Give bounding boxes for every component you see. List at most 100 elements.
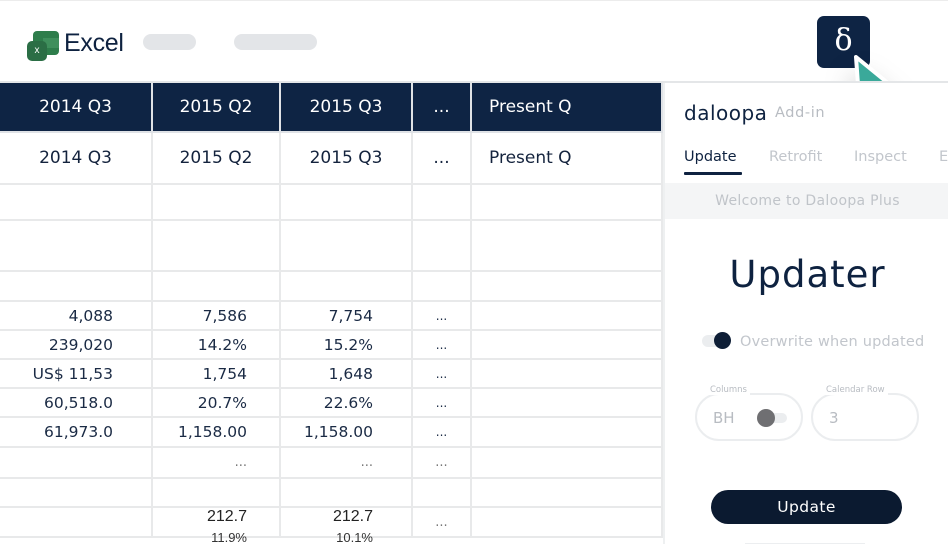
table-cell[interactable] [0,221,153,270]
daloopa-logo: daloopa [684,101,768,125]
table-cell[interactable]: ... [413,133,472,183]
overwrite-toggle-label: Overwrite when updated [740,334,925,350]
table-cell[interactable] [472,331,663,358]
table-row [0,479,663,508]
ribbon-placeholder-tab[interactable] [234,34,317,50]
table-cell[interactable]: 7,754 [281,302,413,329]
table-cell[interactable]: 61,973.0 [0,418,153,446]
table-cell[interactable]: 2015 Q3 [281,133,413,183]
table-row [0,272,663,302]
active-tab-indicator [684,172,742,175]
welcome-banner: Welcome to Daloopa Plus [665,183,948,219]
table-cell[interactable] [413,272,472,300]
table-cell[interactable] [472,185,663,219]
table-cell[interactable] [472,360,663,387]
table-row: US$ 11,53 1,754 1,648 ... [0,360,663,389]
header-cell[interactable]: 2015 Q3 [281,83,413,131]
table-cell[interactable]: 4,088 [0,302,153,329]
table-cell[interactable] [153,272,281,300]
table-cell[interactable] [0,448,153,477]
table-row: 212.7 11.9% 212.7 10.1% ... [0,508,663,544]
table-cell[interactable] [413,479,472,506]
toggle-knob [714,332,731,349]
table-cell[interactable]: ... [413,302,472,329]
cell-value: 212.7 [206,508,247,525]
table-cell[interactable]: ... [413,331,472,358]
table-cell[interactable]: ... [413,418,472,446]
columns-field-label: Columns [707,385,750,395]
table-cell[interactable] [472,448,663,477]
table-cell[interactable]: ... [413,448,472,477]
table-cell[interactable]: 212.7 11.9% [153,508,281,544]
table-cell[interactable] [472,272,663,300]
table-row: 239,020 14.2% 15.2% ... [0,331,663,360]
table-cell[interactable] [281,272,413,300]
calendar-row-field[interactable]: Calendar Row 3 [811,385,919,441]
table-cell[interactable]: 212.7 10.1% [281,508,413,544]
table-cell[interactable]: ... [413,360,472,387]
table-cell[interactable]: ... [153,448,281,477]
table-cell[interactable] [153,479,281,506]
tab-retrofit[interactable]: Retrofit [769,149,822,165]
table-cell[interactable]: 22.6% [281,389,413,416]
table-cell[interactable]: 239,020 [0,331,153,358]
table-cell[interactable] [472,508,663,536]
header-cell[interactable]: Present Q [472,83,663,131]
table-row [0,185,663,221]
tab-inspect[interactable]: Inspect [854,149,907,165]
page-title: Updater [729,253,886,296]
table-row: 4,088 7,586 7,754 ... [0,302,663,331]
table-cell[interactable]: 2015 Q2 [153,133,281,183]
table-cell[interactable] [472,221,663,270]
table-cell[interactable] [281,221,413,270]
header-cell[interactable]: ... [413,83,472,131]
table-cell[interactable] [153,185,281,219]
table-cell[interactable]: 14.2% [153,331,281,358]
table-cell[interactable]: 1,158.00 [153,418,281,446]
overwrite-toggle[interactable] [702,332,731,349]
table-cell[interactable]: ... [413,508,472,536]
table-cell[interactable]: 1,158.00 [281,418,413,446]
table-cell[interactable] [0,185,153,219]
table-cell[interactable] [153,221,281,270]
table-cell[interactable]: 7,586 [153,302,281,329]
table-cell[interactable]: 1,754 [153,360,281,387]
table-cell[interactable] [0,508,153,536]
table-cell[interactable]: 15.2% [281,331,413,358]
table-cell[interactable]: ... [281,448,413,477]
table-row: 61,973.0 1,158.00 1,158.00 ... [0,418,663,448]
table-cell[interactable] [0,272,153,300]
column-header-row: 2014 Q3 2015 Q2 2015 Q3 ... Present Q [0,83,663,133]
table-row: ... ... ... [0,448,663,479]
table-cell[interactable] [472,418,663,446]
columns-field-value: BH [713,409,735,427]
tab-more[interactable]: E [939,149,948,165]
table-cell[interactable]: 2014 Q3 [0,133,153,183]
table-cell[interactable] [472,389,663,416]
table-cell[interactable] [413,185,472,219]
table-cell[interactable] [413,221,472,270]
table-cell[interactable] [281,185,413,219]
table-cell[interactable] [472,302,663,329]
table-cell[interactable]: 60,518.0 [0,389,153,416]
table-cell[interactable] [0,479,153,506]
spreadsheet-grid[interactable]: 2014 Q3 2015 Q2 2015 Q3 ... Present Q 20… [0,83,663,544]
table-cell[interactable]: ... [413,389,472,416]
daloopa-addin-panel: daloopa Add-in Update Retrofit Inspect E… [663,83,948,544]
table-cell[interactable]: Present Q [472,133,663,183]
columns-field[interactable]: Columns BH [695,385,803,441]
table-cell[interactable]: 20.7% [153,389,281,416]
excel-icon: x [27,31,59,61]
columns-toggle[interactable] [757,409,787,427]
table-cell[interactable]: US$ 11,53 [0,360,153,387]
tab-update[interactable]: Update [684,149,737,165]
calendar-row-field-value: 3 [829,409,839,427]
header-cell[interactable]: 2014 Q3 [0,83,153,131]
update-button[interactable]: Update [711,490,902,524]
table-cell[interactable] [281,479,413,506]
header-cell[interactable]: 2015 Q2 [153,83,281,131]
ribbon-placeholder-tab[interactable] [143,34,196,50]
app-title: Excel [64,29,124,57]
table-cell[interactable] [472,479,663,506]
table-cell[interactable]: 1,648 [281,360,413,387]
